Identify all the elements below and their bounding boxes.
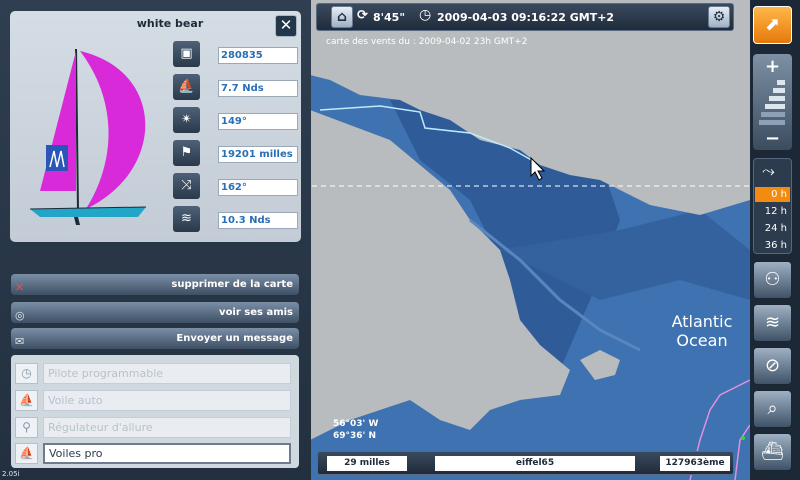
wind-forecast-icon: ⤳ [762, 161, 775, 180]
search-icon: ⌕ [767, 398, 778, 419]
fullscreen-button[interactable]: ⬈ [753, 6, 792, 44]
ocean-label: Atlantic Ocean [671, 312, 733, 350]
stat-boat-id: ▣ 280835 [173, 41, 299, 68]
distance-icon: ⚑ [173, 140, 200, 166]
time-36h[interactable]: 36 h [755, 238, 790, 253]
expand-icon: ⬈ [764, 14, 781, 35]
remove-from-map-button[interactable]: ✕ supprimer de la carte [11, 274, 299, 295]
zoom-level-icon [759, 80, 785, 125]
zoom-in-icon[interactable]: + [753, 56, 792, 77]
home-icon[interactable]: ⌂ [331, 6, 353, 28]
status-bar: ⌂ ⟳ 8'45" ◷ 2009-04-03 09:16:22 GMT+2 ⚙ [316, 3, 734, 31]
hide-layer-button[interactable]: ⊘ [753, 347, 792, 385]
option-programmable-pilot[interactable]: ◷ Pilote programmable [15, 363, 295, 384]
current-datetime: 2009-04-03 09:16:22 GMT+2 [437, 11, 615, 24]
stat-boat-speed: ⛵ 7.7 Nds [173, 74, 299, 101]
stat-wind-direction: ⤨ 162° [173, 173, 299, 200]
gear-icon[interactable]: ⚙ [708, 6, 730, 28]
pilot-icon: ◷ [15, 363, 38, 384]
search-button[interactable]: ⌕ [753, 390, 792, 428]
clock-icon: ◷ [419, 7, 432, 23]
cross-icon: ✕ [15, 281, 25, 294]
friends-button[interactable]: ⚇ [753, 261, 792, 299]
boat-card: white bear ✕ ▣ 280835 ⛵ 7.7 Nds ✴ 149° ⚑… [10, 11, 301, 242]
option-auto-sail[interactable]: ⛵ Voile auto [15, 390, 295, 411]
envelope-icon: ✉ [15, 335, 25, 348]
autopilot-options: ◷ Pilote programmable ⛵ Voile auto ⚲ Rég… [11, 355, 299, 468]
forecast-time-selector: ⤳ 0 h 12 h 24 h 36 h [753, 158, 792, 254]
ranking-bar: 29 milles eiffel65 127963ème [317, 451, 734, 475]
sailboat-illustration [29, 48, 147, 225]
stat-distance: ⚑ 19201 milles [173, 140, 299, 167]
latitude: 69°36' N [333, 431, 376, 441]
group-icon: ⚇ [764, 269, 781, 290]
zoom-out-icon[interactable]: − [753, 128, 792, 149]
close-button[interactable]: ✕ [275, 15, 297, 37]
wind-direction-icon: ⤨ [173, 173, 200, 199]
sail-speed-icon: ⛵ [173, 74, 200, 100]
friends-icon: ◎ [15, 309, 25, 322]
boat-id-icon: ▣ [173, 41, 200, 67]
pro-sails-icon: ⛵ [15, 443, 38, 464]
regulator-icon: ⚲ [15, 417, 38, 438]
time-24h[interactable]: 24 h [755, 221, 790, 236]
wind-speed-icon: ≋ [173, 206, 200, 232]
option-pro-sails[interactable]: ⛵ Voiles pro [15, 443, 295, 464]
stat-wind-speed: ≋ 10.3 Nds [173, 206, 299, 233]
time-12h[interactable]: 12 h [755, 204, 790, 219]
no-wind-icon: ⊘ [764, 355, 781, 376]
time-0h[interactable]: 0 h [755, 187, 790, 202]
cursor-coordinates: 56°03' W 69°36' N [333, 418, 378, 442]
wind-icon: ≋ [764, 312, 781, 333]
stat-heading: ✴ 149° [173, 107, 299, 134]
boat-icon: ⛴ [761, 441, 784, 462]
longitude: 56°03' W [333, 419, 379, 429]
compass-icon: ✴ [173, 107, 200, 133]
player-name-field[interactable]: eiffel65 [435, 456, 635, 471]
refresh-icon[interactable]: ⟳ [357, 8, 368, 23]
refresh-delay: 8'45" [373, 11, 406, 24]
boat-position-button[interactable]: ⛴ [753, 433, 792, 471]
wind-layer-button[interactable]: ≋ [753, 304, 792, 342]
boat-info-panel: white bear ✕ ▣ 280835 ⛵ 7.7 Nds ✴ 149° ⚑… [0, 0, 311, 480]
zoom-control[interactable]: + − [753, 54, 792, 150]
send-message-button[interactable]: ✉ Envoyer un message [11, 328, 299, 349]
option-speed-regulator[interactable]: ⚲ Régulateur d'allure [15, 417, 295, 438]
right-toolbar: ⬈ + − ⤳ 0 h 12 h 24 h 36 h ⚇ ≋ ⊘ ⌕ ⛴ [750, 0, 800, 480]
version-label: 2.05i [2, 470, 20, 478]
rank-field: 127963ème [660, 456, 730, 471]
boat-name: white bear [136, 17, 204, 30]
view-friends-button[interactable]: ◎ voir ses amis [11, 302, 299, 323]
wind-map-caption: carte des vents du : 2009-04-02 23h GMT+… [326, 37, 528, 47]
distance-field: 29 milles [327, 456, 407, 471]
sail-icon: ⛵ [15, 390, 38, 411]
